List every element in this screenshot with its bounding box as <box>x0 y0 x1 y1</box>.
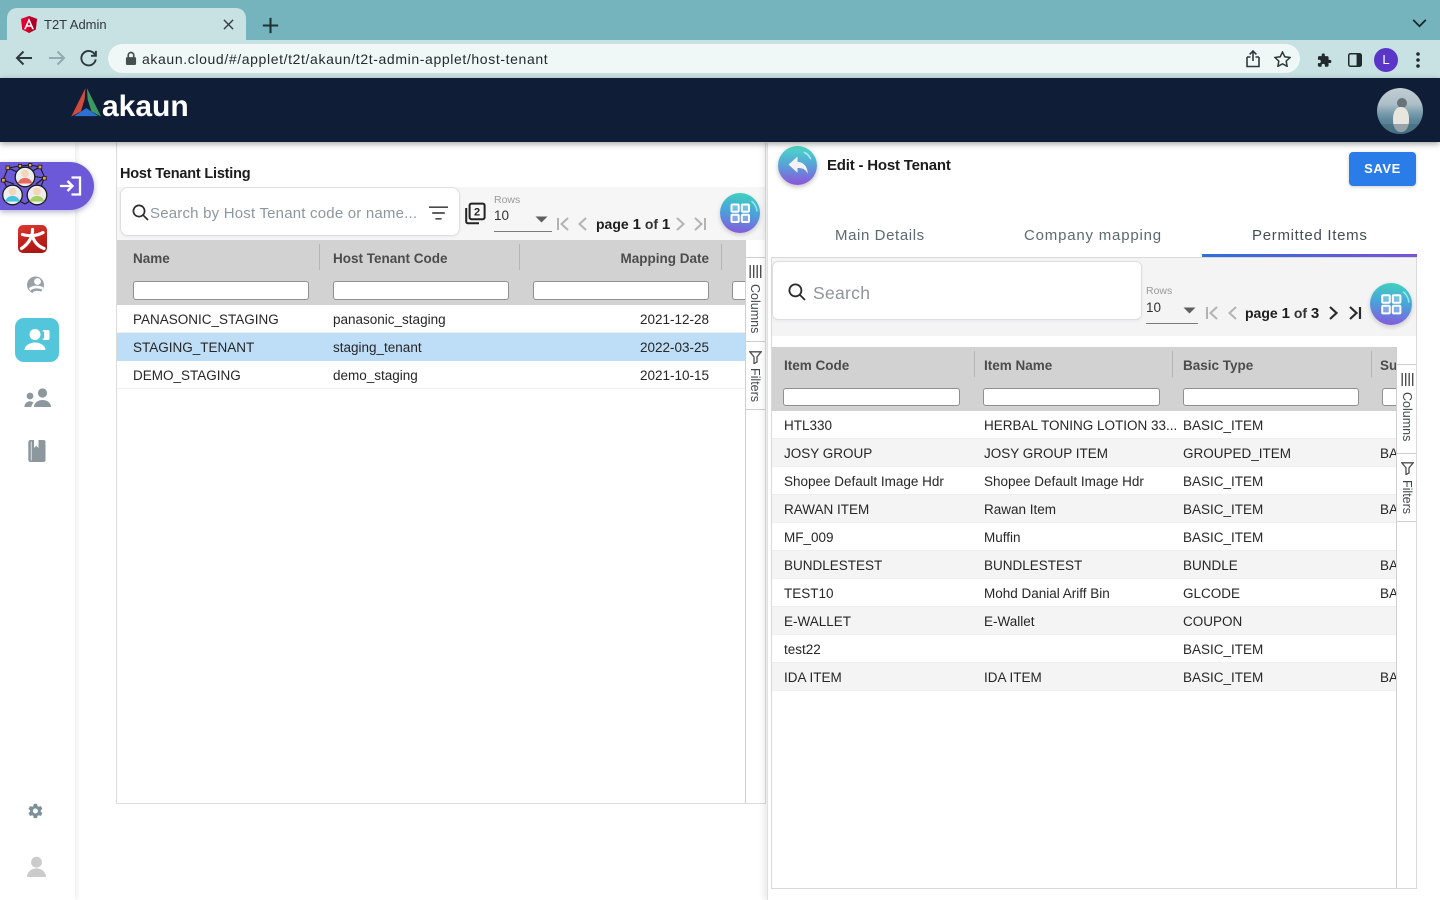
svg-text:2: 2 <box>474 206 480 218</box>
